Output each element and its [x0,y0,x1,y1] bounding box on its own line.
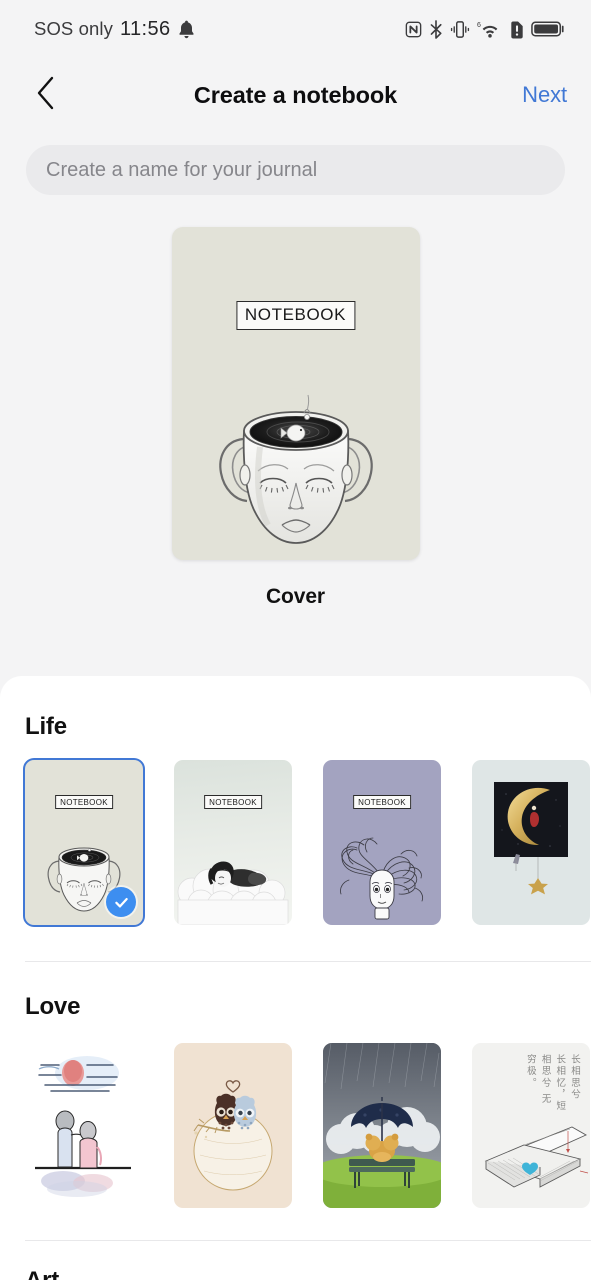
cover-thumbnail-face-cup-with-fish[interactable]: NOTEBOOK [25,760,143,925]
thumbnail-illustration-open-book-with-chinese-poem [484,1126,589,1188]
bluetooth-icon [429,19,443,39]
section-love: Love 长相思兮 长相忆，短相思兮 无穷极。 [0,962,591,1208]
back-button[interactable] [24,73,68,117]
thumbnail-illustration-two-owls-with-heart [193,1080,273,1191]
cover-thumbnail-two-owls-with-heart[interactable] [174,1043,292,1208]
wifi-6-icon: 6 [477,20,503,39]
section-title-love: Love [25,993,81,1020]
svg-text:6: 6 [477,22,481,29]
section-art: Art [0,1241,591,1280]
cover-thumbnail-child-sleeping-on-cloud[interactable]: NOTEBOOK [174,760,292,925]
journal-name-input[interactable] [26,145,565,195]
thumbnail-illustration-couple-watching-sunset [35,1056,131,1197]
chevron-left-icon [35,76,57,115]
thumbnail-illustration-golden-crescent-moon [494,782,568,895]
cover-thumbnail-golden-crescent-moon[interactable] [472,760,590,925]
cover-label: Cover [265,585,326,608]
cover-illustration-face-cup-with-fish [218,394,373,544]
next-button[interactable]: Next [522,82,567,108]
selected-check-badge [106,887,136,917]
cover-picker-sheet: Life NOTEBOOK NOTEBOOK NOTEBOOK Love 长相思… [0,676,591,1280]
navigation-bar: Create a notebook Next [0,58,591,132]
status-clock: 11:56 [119,17,171,40]
battery-icon [531,20,565,38]
cover-preview[interactable]: NOTEBOOK [171,227,420,560]
section-title-art: Art [0,1267,591,1280]
bell-icon [178,20,195,39]
nfc-icon [405,21,422,38]
thumbnail-illustration-girl-with-flowing-hair [340,837,424,920]
thumbnail-row-life: NOTEBOOK NOTEBOOK NOTEBOOK [0,760,591,925]
status-bar-left: SOS only 11:56 [34,18,195,41]
status-bar: SOS only 11:56 6 [0,0,591,58]
vibrate-icon [450,20,470,39]
thumbnail-row-love: 长相思兮 长相忆，短相思兮 无穷极。 [0,1043,591,1208]
sim-alert-icon [510,20,524,39]
section-title-life: Life [25,713,67,740]
status-bar-right: 6 [405,19,565,39]
cover-thumbnail-open-book-with-chinese-poem[interactable]: 长相思兮 长相忆，短相思兮 无穷极。 [472,1043,590,1208]
thumbnail-illustration-child-sleeping-on-cloud [177,861,289,925]
cover-preview-area: NOTEBOOK Cover [0,195,591,619]
cover-thumbnail-couple-watching-sunset[interactable] [25,1043,143,1208]
carrier-label: SOS only [34,18,113,39]
cover-thumbnail-teddy-bear-on-bench-with-umbrella[interactable] [323,1043,441,1208]
check-icon [114,897,128,908]
cover-thumbnail-girl-with-flowing-hair[interactable]: NOTEBOOK [323,760,441,925]
section-life: Life NOTEBOOK NOTEBOOK NOTEBOOK [0,676,591,925]
name-field-container [0,132,591,195]
thumbnail-illustration-teddy-bear-on-bench-with-umbrella [323,1043,441,1208]
page-title: Create a notebook [193,81,398,108]
